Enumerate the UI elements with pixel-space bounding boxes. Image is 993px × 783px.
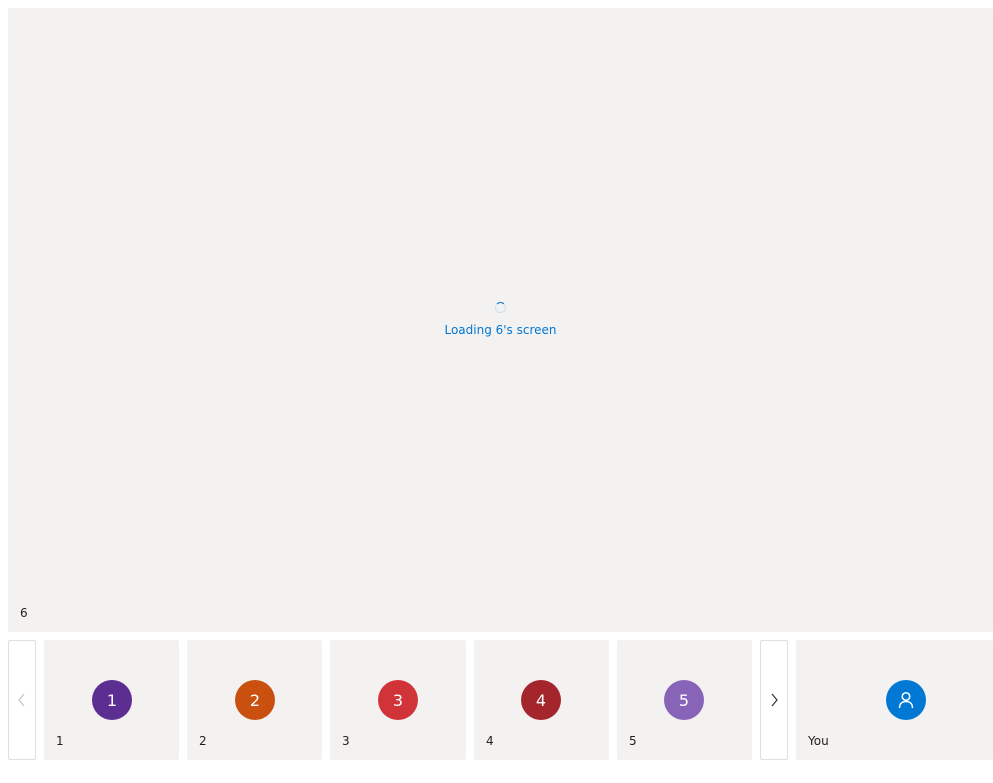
avatar-initial: 1 — [106, 690, 118, 710]
participant-name: 5 — [629, 734, 637, 748]
participant-tile-5[interactable]: 5 5 — [617, 640, 752, 760]
participant-name: 1 — [56, 734, 64, 748]
spinner-icon — [495, 302, 506, 313]
loading-indicator: Loading 6's screen — [8, 302, 993, 337]
avatar: 1 — [92, 680, 132, 720]
avatar: 2 — [235, 680, 275, 720]
avatar-initial: 3 — [392, 690, 404, 710]
participant-strip: 1 1 2 2 3 3 4 4 5 5 You — [8, 640, 993, 760]
self-name: You — [808, 734, 829, 748]
avatar: 4 — [521, 680, 561, 720]
previous-button[interactable] — [8, 640, 36, 760]
participant-tile-4[interactable]: 4 4 — [474, 640, 609, 760]
chevron-left-icon — [18, 693, 25, 707]
loading-text: Loading 6's screen — [444, 323, 557, 337]
avatar-initial: 4 — [535, 690, 547, 710]
stage-participant-name: 6 — [20, 606, 28, 620]
participant-name: 4 — [486, 734, 494, 748]
self-tile[interactable]: You — [796, 640, 993, 760]
chevron-right-icon — [771, 693, 778, 707]
participant-name: 2 — [199, 734, 207, 748]
participant-tile-3[interactable]: 3 3 — [330, 640, 466, 760]
avatar: 5 — [664, 680, 704, 720]
avatar-initial: 2 — [249, 690, 261, 710]
avatar: 3 — [378, 680, 418, 720]
avatar-initial: 5 — [678, 690, 690, 710]
person-icon — [898, 691, 914, 709]
participant-tile-2[interactable]: 2 2 — [187, 640, 322, 760]
self-avatar — [886, 680, 926, 720]
next-button[interactable] — [760, 640, 788, 760]
main-stage: Loading 6's screen 6 — [8, 8, 993, 632]
participant-tile-1[interactable]: 1 1 — [44, 640, 179, 760]
participant-name: 3 — [342, 734, 350, 748]
